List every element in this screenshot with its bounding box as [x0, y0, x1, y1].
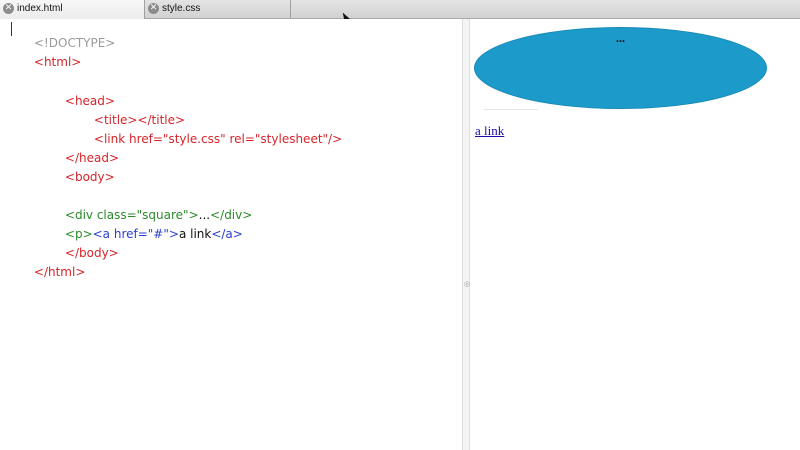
code-token: <html> [33, 55, 82, 69]
tab-bar: ✕ index.html ✕ style.css [0, 0, 800, 22]
code-line-13: </html> [11, 248, 86, 296]
code-token: <link href="style.css" rel="stylesheet"/… [93, 132, 343, 146]
tab-style-css[interactable]: ✕ style.css [145, 0, 291, 18]
code-editor[interactable]: <!DOCTYPE> <html> <head> <title></title>… [0, 19, 463, 450]
preview-link[interactable]: a link [475, 123, 504, 139]
close-tab-icon[interactable]: ✕ [148, 3, 159, 14]
code-token: <body> [64, 170, 115, 184]
close-tab-icon[interactable]: ✕ [3, 3, 14, 14]
code-token: a link [178, 227, 212, 241]
divider [484, 109, 538, 110]
editor-window: ✕ index.html ✕ style.css <!DOCTYPE> <htm… [0, 0, 800, 450]
square-content: ... [616, 31, 625, 45]
tab-label: style.css [162, 3, 201, 14]
square-div: ... [474, 27, 767, 109]
pane-splitter[interactable]: ◎ [463, 19, 470, 450]
code-token: </a> [211, 227, 243, 241]
code-token: </html> [33, 265, 86, 279]
live-preview: ... a link [470, 19, 800, 450]
tab-label: index.html [17, 3, 63, 14]
tab-index-html[interactable]: ✕ index.html [0, 0, 145, 19]
